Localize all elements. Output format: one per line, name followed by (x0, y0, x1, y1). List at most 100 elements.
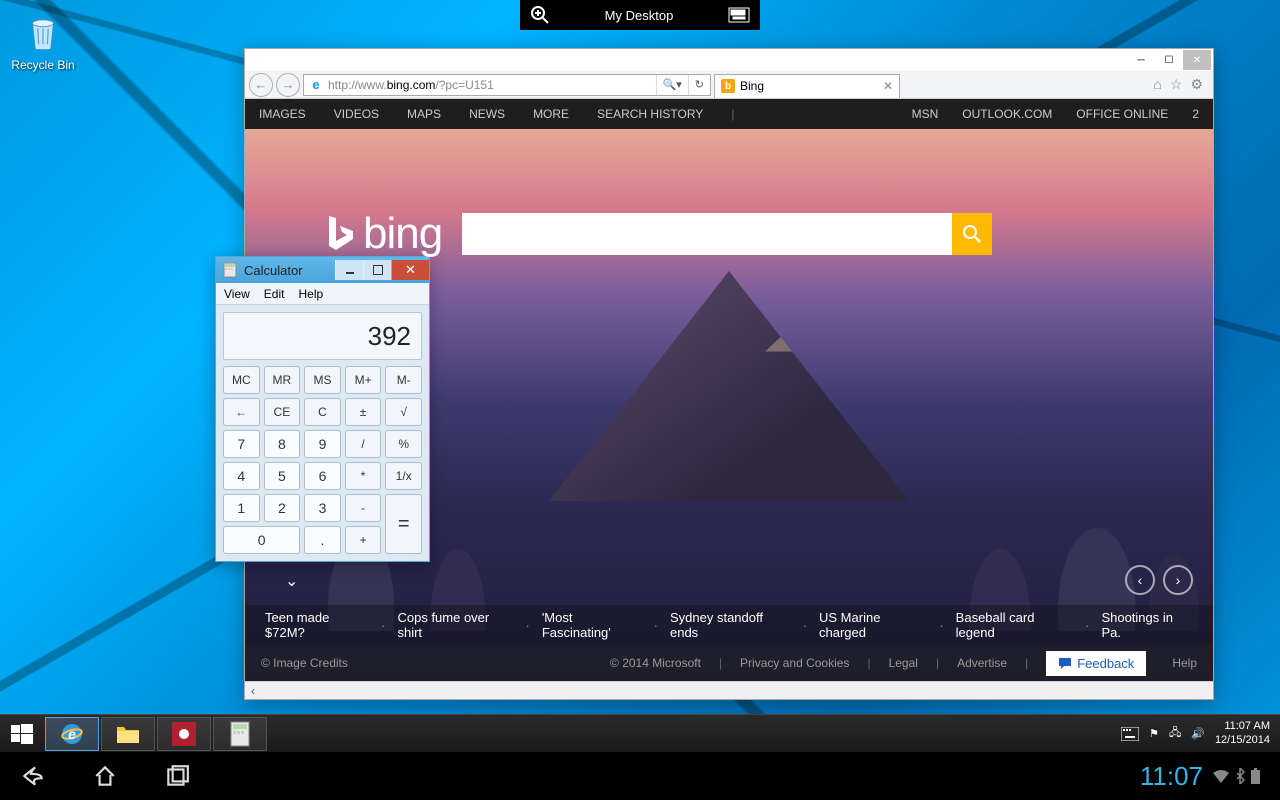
nav-news[interactable]: NEWS (469, 107, 505, 121)
news-item[interactable]: Shootings in Pa. (1101, 610, 1193, 640)
key-5[interactable]: 5 (264, 462, 301, 490)
nav-office[interactable]: OFFICE ONLINE (1076, 107, 1168, 121)
bing-search-button[interactable] (952, 213, 992, 255)
key-reciprocal[interactable]: 1/x (385, 462, 422, 490)
feedback-button[interactable]: Feedback (1046, 651, 1146, 676)
android-back-button[interactable] (20, 763, 46, 789)
nav-msn[interactable]: MSN (912, 107, 939, 121)
key-mminus[interactable]: M- (385, 366, 422, 394)
taskbar-app-red[interactable] (157, 717, 211, 751)
windows-taskbar: e ⚑ 🖧 🔊 11:07 AM 12/15/2014 (0, 714, 1280, 752)
keyboard-icon[interactable] (728, 7, 750, 23)
taskbar-calculator[interactable] (213, 717, 267, 751)
key-ms[interactable]: MS (304, 366, 341, 394)
nav-history[interactable]: SEARCH HISTORY (597, 107, 703, 121)
key-plus[interactable]: + (345, 526, 382, 554)
key-c[interactable]: C (304, 398, 341, 426)
start-button[interactable] (0, 715, 44, 753)
news-item[interactable]: US Marine charged (819, 610, 927, 640)
key-mr[interactable]: MR (264, 366, 301, 394)
key-3[interactable]: 3 (304, 494, 341, 522)
bing-search-form (462, 213, 992, 255)
image-credits[interactable]: © Image Credits (261, 656, 348, 670)
back-button[interactable]: ← (249, 73, 273, 97)
key-negate[interactable]: ± (345, 398, 382, 426)
footer-help[interactable]: Help (1172, 656, 1197, 670)
news-item[interactable]: Teen made $72M? (265, 610, 369, 640)
close-button[interactable]: ✕ (1183, 50, 1211, 70)
chat-icon (1058, 657, 1072, 669)
tab-bing[interactable]: b Bing ✕ (714, 74, 900, 98)
menu-help[interactable]: Help (298, 287, 323, 301)
favorites-icon[interactable]: ☆ (1170, 76, 1183, 93)
key-mplus[interactable]: M+ (345, 366, 382, 394)
footer-legal[interactable]: Legal (889, 656, 918, 670)
key-multiply[interactable]: * (345, 462, 382, 490)
key-ce[interactable]: CE (264, 398, 301, 426)
recycle-bin-icon[interactable]: Recycle Bin (8, 8, 78, 72)
news-item[interactable]: Cops fume over shirt (397, 610, 513, 640)
key-1[interactable]: 1 (223, 494, 260, 522)
key-9[interactable]: 9 (304, 430, 341, 458)
menu-view[interactable]: View (224, 287, 250, 301)
tab-close-icon[interactable]: ✕ (883, 79, 893, 93)
network-icon[interactable]: 🖧 (1169, 724, 1181, 743)
remote-session-bar: My Desktop (520, 0, 760, 30)
key-equals[interactable]: = (385, 494, 422, 554)
expand-down-icon[interactable]: ⌄ (285, 571, 298, 591)
forward-button[interactable]: → (276, 73, 300, 97)
news-item[interactable]: 'Most Fascinating' (542, 610, 642, 640)
remote-title: My Desktop (605, 8, 674, 23)
search-dropdown-icon[interactable]: 🔍 ▾ (656, 75, 688, 95)
volume-icon[interactable]: 🔊 (1191, 727, 1205, 740)
key-divide[interactable]: / (345, 430, 382, 458)
refresh-button[interactable]: ↻ (688, 75, 710, 95)
key-sqrt[interactable]: √ (385, 398, 422, 426)
nav-images[interactable]: IMAGES (259, 107, 306, 121)
calc-minimize-button[interactable] (335, 260, 363, 280)
key-6[interactable]: 6 (304, 462, 341, 490)
carousel-prev-button[interactable]: ‹ (1125, 565, 1155, 595)
carousel-next-button[interactable]: › (1163, 565, 1193, 595)
key-backspace[interactable]: ← (223, 398, 260, 426)
home-icon[interactable]: ⌂ (1153, 76, 1161, 93)
calc-maximize-button[interactable] (363, 260, 391, 280)
footer-advertise[interactable]: Advertise (957, 656, 1007, 670)
news-item[interactable]: Baseball card legend (956, 610, 1073, 640)
key-7[interactable]: 7 (223, 430, 260, 458)
osk-icon[interactable] (1121, 727, 1139, 741)
android-recents-button[interactable] (164, 763, 190, 789)
nav-videos[interactable]: VIDEOS (334, 107, 379, 121)
key-minus[interactable]: - (345, 494, 382, 522)
key-percent[interactable]: % (385, 430, 422, 458)
news-item[interactable]: Sydney standoff ends (670, 610, 791, 640)
menu-edit[interactable]: Edit (264, 287, 285, 301)
record-icon (172, 722, 196, 746)
key-2[interactable]: 2 (264, 494, 301, 522)
key-0[interactable]: 0 (223, 526, 300, 554)
nav-outlook[interactable]: OUTLOOK.COM (962, 107, 1052, 121)
calculator-titlebar[interactable]: Calculator ✕ (216, 257, 429, 283)
flag-icon[interactable]: ⚑ (1149, 727, 1159, 740)
nav-maps[interactable]: MAPS (407, 107, 441, 121)
key-4[interactable]: 4 (223, 462, 260, 490)
settings-icon[interactable]: ⚙ (1190, 76, 1203, 93)
zoom-icon[interactable] (530, 5, 550, 25)
key-mc[interactable]: MC (223, 366, 260, 394)
nav-more[interactable]: MORE (533, 107, 569, 121)
bing-search-input[interactable] (462, 213, 952, 255)
calc-close-button[interactable]: ✕ (391, 260, 429, 280)
scroll-left-icon[interactable]: ‹ (251, 684, 255, 698)
rewards-count[interactable]: 2 (1192, 107, 1199, 121)
ie-titlebar[interactable]: ─ ☐ ✕ (245, 49, 1213, 71)
taskbar-ie[interactable]: e (45, 717, 99, 751)
taskbar-explorer[interactable] (101, 717, 155, 751)
android-home-button[interactable] (92, 763, 118, 789)
key-decimal[interactable]: . (304, 526, 341, 554)
minimize-button[interactable]: ─ (1127, 50, 1155, 70)
key-8[interactable]: 8 (264, 430, 301, 458)
footer-privacy[interactable]: Privacy and Cookies (740, 656, 849, 670)
address-bar[interactable]: e http://www.bing.com/?pc=U151 🔍 ▾ ↻ (303, 74, 711, 96)
taskbar-clock[interactable]: 11:07 AM 12/15/2014 (1215, 720, 1270, 746)
maximize-button[interactable]: ☐ (1155, 50, 1183, 70)
